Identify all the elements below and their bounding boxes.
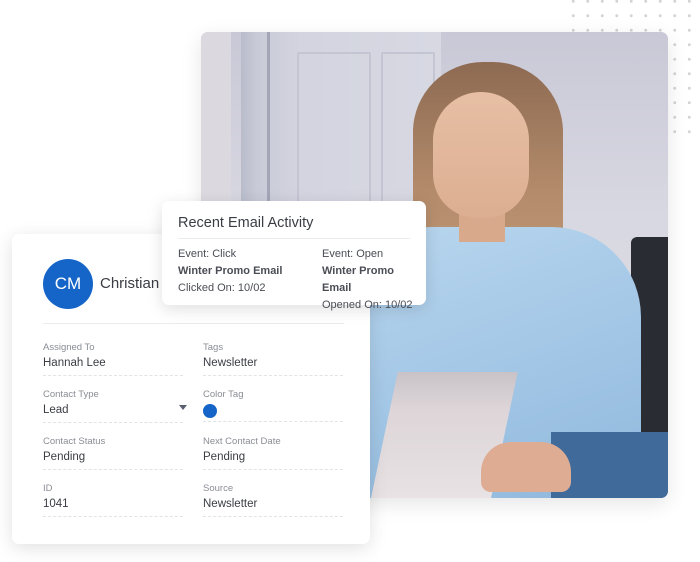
contact-name: Christian (100, 275, 160, 292)
field-label: Source (203, 483, 234, 494)
field-underline (43, 422, 183, 423)
email-event-campaign: Winter Promo Email (178, 265, 283, 277)
email-event-campaign: Winter Promo Email (322, 265, 395, 294)
field-underline (203, 375, 343, 376)
email-event-item[interactable]: Event: Click Winter Promo Email Clicked … (178, 246, 282, 297)
field-underline (43, 516, 183, 517)
email-event-date: Clicked On: 10/02 (178, 282, 266, 294)
photo-face (433, 92, 529, 218)
field-label: Assigned To (43, 342, 95, 353)
caret-down-icon[interactable] (179, 405, 187, 410)
email-event-type: Event: Click (178, 248, 237, 260)
field-value: Newsletter (203, 357, 258, 369)
email-event-type: Event: Open (322, 248, 384, 260)
next-contact-date-field[interactable]: Next Contact Date Pending (203, 436, 343, 470)
contact-status-field[interactable]: Contact Status Pending (43, 436, 183, 470)
field-underline (203, 516, 343, 517)
field-value: 1041 (43, 498, 69, 510)
field-value: Newsletter (203, 498, 258, 510)
field-value: Pending (43, 451, 86, 463)
color-tag-field[interactable]: Color Tag (203, 389, 343, 422)
field-underline (43, 469, 183, 470)
id-field[interactable]: ID 1041 (43, 483, 183, 517)
tags-field[interactable]: Tags Newsletter (203, 342, 343, 376)
email-event-date: Opened On: 10/02 (322, 299, 413, 311)
field-label: Contact Status (43, 436, 106, 447)
field-value: Hannah Lee (43, 357, 106, 369)
source-field[interactable]: Source Newsletter (203, 483, 343, 517)
email-activity-title: Recent Email Activity (178, 215, 314, 231)
field-label: Tags (203, 342, 224, 353)
field-label: Contact Type (43, 389, 99, 400)
field-value: Lead (43, 404, 69, 416)
email-event-item[interactable]: Event: Open Winter Promo Email Opened On… (322, 246, 426, 314)
avatar: CM (43, 259, 93, 309)
field-underline (203, 421, 343, 422)
field-value: Pending (203, 451, 246, 463)
field-underline (203, 469, 343, 470)
contact-type-select[interactable]: Contact Type Lead (43, 389, 187, 423)
assigned-to-field[interactable]: Assigned To Hannah Lee (43, 342, 183, 376)
field-label: Next Contact Date (203, 436, 281, 447)
field-label: ID (43, 483, 53, 494)
photo-hand (481, 442, 571, 492)
recent-email-activity-card: Recent Email Activity Event: Click Winte… (162, 201, 426, 311)
field-label: Color Tag (203, 389, 244, 400)
divider (43, 323, 344, 324)
color-tag-swatch[interactable] (203, 404, 217, 418)
divider (178, 238, 410, 239)
field-underline (43, 375, 183, 376)
